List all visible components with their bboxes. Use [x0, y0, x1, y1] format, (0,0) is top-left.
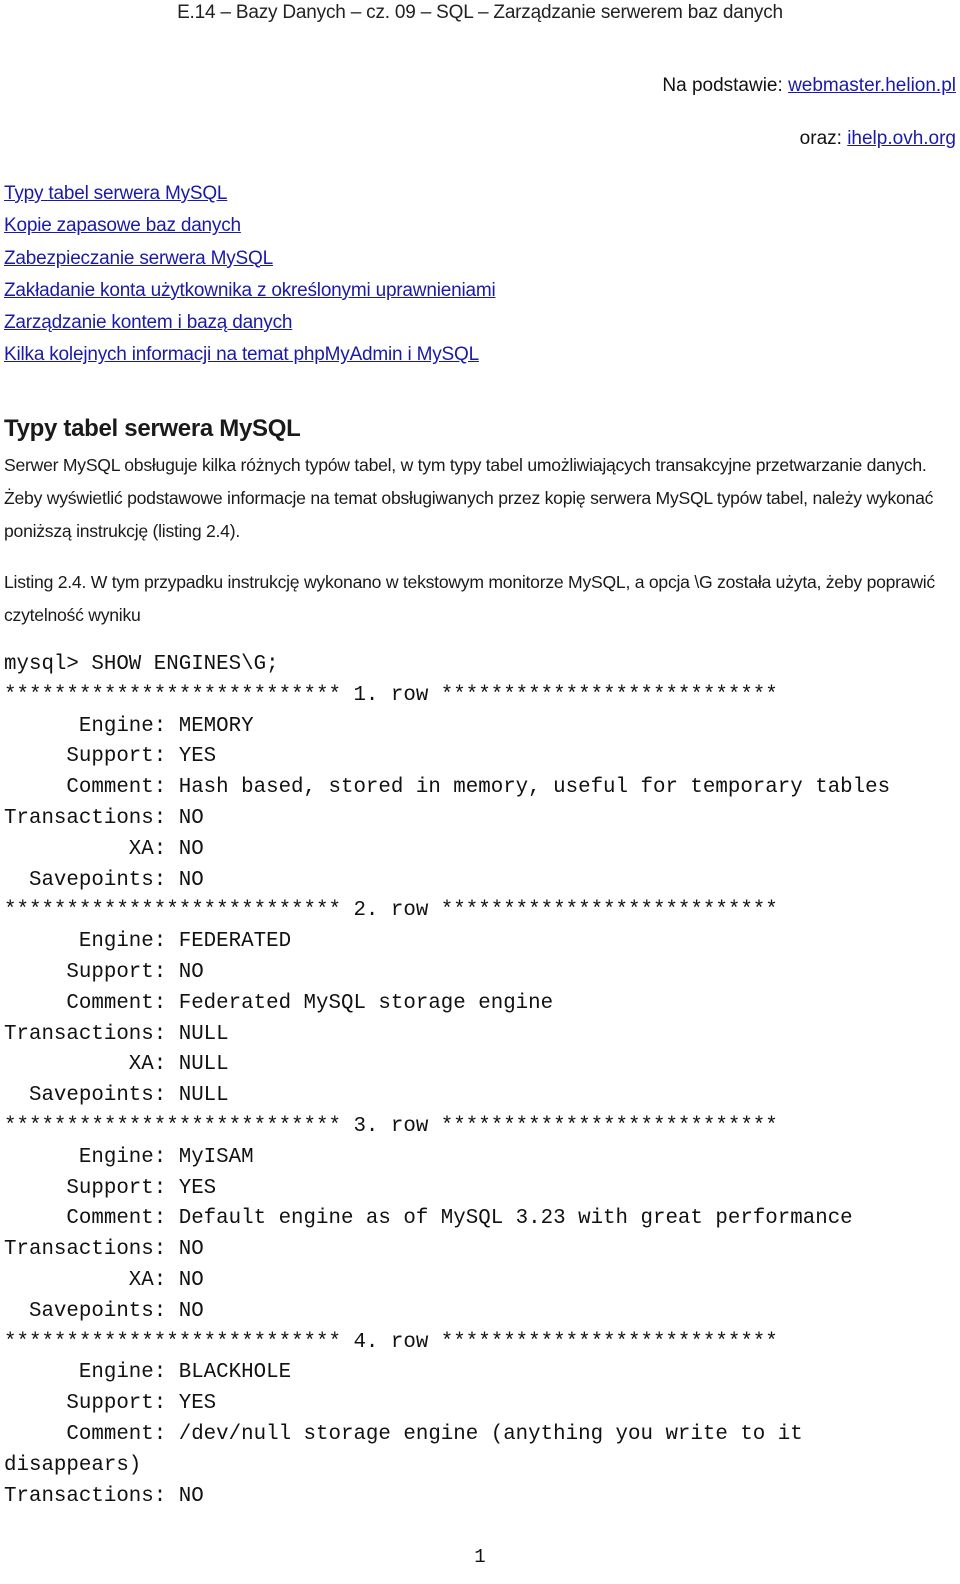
listing-line: XA: NULL: [4, 1053, 229, 1077]
toc-link-phpmyadmin-info[interactable]: Kilka kolejnych informacji na temat phpM…: [4, 344, 479, 365]
toc-item: Typy tabel serwera MySQL: [4, 178, 495, 210]
source-line-primary: Na podstawie: webmaster.helion.pl: [662, 73, 956, 99]
toc-link-user-accounts[interactable]: Zakładanie konta użytkownika z określony…: [4, 280, 496, 301]
document-header-title: E.14 – Bazy Danych – cz. 09 – SQL – Zarz…: [177, 2, 783, 23]
toc-link-account-management[interactable]: Zarządzanie kontem i bazą danych: [4, 312, 292, 333]
listing-line: mysql> SHOW ENGINES\G;: [4, 653, 279, 676]
listing-row-separator: *************************** 2. row *****…: [4, 899, 778, 923]
listing-line: Comment: Default engine as of MySQL 3.23…: [4, 1207, 853, 1231]
listing-line: XA: NO: [4, 837, 204, 861]
listing-caption: Listing 2.4. W tym przypadku instrukcję …: [4, 572, 935, 625]
toc-link-table-types[interactable]: Typy tabel serwera MySQL: [4, 183, 227, 204]
toc-item: Zabezpieczanie serwera MySQL: [4, 243, 495, 275]
listing-line: Savepoints: NO: [4, 1299, 204, 1323]
listing-line: Support: YES: [4, 1176, 217, 1200]
toc-link-securing-server[interactable]: Zabezpieczanie serwera MySQL: [4, 248, 273, 269]
listing-line: Transactions: NULL: [4, 1022, 229, 1046]
listing-line: XA: NO: [4, 1268, 204, 1292]
listing-line: Support: YES: [4, 745, 217, 769]
source-link-helion[interactable]: webmaster.helion.pl: [788, 75, 956, 96]
section-paragraph: Serwer MySQL obsługuje kilka różnych typ…: [4, 455, 934, 541]
toc-item: Kopie zapasowe baz danych: [4, 210, 495, 242]
listing-line: disappears): [4, 1453, 142, 1477]
listing-line: Transactions: NO: [4, 1484, 204, 1508]
table-of-contents: Typy tabel serwera MySQL Kopie zapasowe …: [4, 178, 496, 372]
source-line-secondary: oraz: ihelp.ovh.org: [800, 126, 956, 152]
listing-line: Support: YES: [4, 1392, 217, 1416]
page-number: 1: [474, 1546, 486, 1568]
listing-line: Engine: FEDERATED: [4, 930, 292, 954]
toc-item: Zarządzanie kontem i bazą danych: [4, 307, 495, 339]
source-prefix: Na podstawie:: [662, 75, 789, 96]
toc-item: Zakładanie konta użytkownika z określony…: [4, 275, 496, 307]
code-listing: mysql> SHOW ENGINES\G; ******************…: [4, 650, 890, 1512]
listing-line: Support: NO: [4, 960, 204, 984]
listing-line: Engine: BLACKHOLE: [4, 1361, 292, 1385]
source-prefix: oraz:: [799, 128, 848, 149]
listing-line: Comment: Hash based, stored in memory, u…: [4, 776, 891, 800]
section-heading: Typy tabel serwera MySQL: [4, 415, 301, 442]
listing-row-separator: *************************** 1. row *****…: [4, 683, 778, 707]
toc-item: Kilka kolejnych informacji na temat phpM…: [4, 339, 495, 371]
listing-line: Savepoints: NO: [4, 868, 204, 892]
listing-line: Transactions: NO: [4, 1238, 204, 1262]
listing-line: Engine: MyISAM: [4, 1145, 254, 1169]
listing-row-separator: *************************** 3. row *****…: [4, 1114, 778, 1138]
listing-line: Savepoints: NULL: [4, 1084, 229, 1108]
source-link-ihelp[interactable]: ihelp.ovh.org: [847, 128, 956, 149]
listing-line: Comment: /dev/null storage engine (anyth…: [4, 1422, 803, 1446]
listing-line: Comment: Federated MySQL storage engine: [4, 991, 554, 1015]
listing-row-separator: *************************** 4. row *****…: [4, 1330, 778, 1354]
toc-link-backups[interactable]: Kopie zapasowe baz danych: [4, 215, 241, 236]
listing-line: Transactions: NO: [4, 806, 204, 830]
listing-line: Engine: MEMORY: [4, 714, 254, 738]
